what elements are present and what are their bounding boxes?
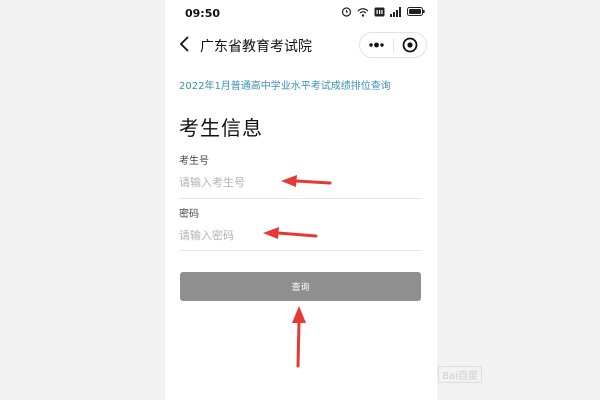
password-underline xyxy=(179,250,422,251)
nav-bar: 广东省教育考试院 xyxy=(165,28,437,62)
mini-program-capsule xyxy=(359,32,427,58)
page-heading: 考生信息 xyxy=(179,116,263,140)
more-button[interactable] xyxy=(360,33,393,57)
battery-icon xyxy=(407,7,425,16)
chevron-left-icon xyxy=(179,36,189,52)
watermark-logo: Bai百度 xyxy=(438,366,482,383)
password-input[interactable] xyxy=(179,223,419,247)
status-time: 09:50 xyxy=(185,7,221,20)
hd-badge-icon xyxy=(374,7,385,16)
signal-icon xyxy=(390,6,401,17)
page-subtitle: 2022年1月普通高中学业水平考试成绩排位查询 xyxy=(179,81,391,92)
left-background xyxy=(0,0,165,400)
exam-number-input[interactable] xyxy=(179,170,419,194)
back-button[interactable] xyxy=(177,35,193,53)
alarm-icon xyxy=(341,7,352,17)
exam-number-label: 考生号 xyxy=(179,156,209,167)
right-background xyxy=(437,0,600,400)
target-close-icon xyxy=(402,37,418,53)
phone-screen: 09:50 广东省教育考试院 2022年1月普通高中学业水平考试成绩排位查询 考… xyxy=(165,0,437,400)
exam-number-underline xyxy=(179,198,422,199)
nav-title: 广东省教育考试院 xyxy=(200,39,312,55)
status-icons xyxy=(341,6,425,17)
query-button[interactable]: 查询 xyxy=(180,272,421,301)
wifi-icon xyxy=(357,7,369,17)
password-label: 密码 xyxy=(179,209,199,220)
status-bar: 09:50 xyxy=(165,0,437,26)
close-button[interactable] xyxy=(394,33,426,57)
more-dots-icon xyxy=(369,42,384,48)
